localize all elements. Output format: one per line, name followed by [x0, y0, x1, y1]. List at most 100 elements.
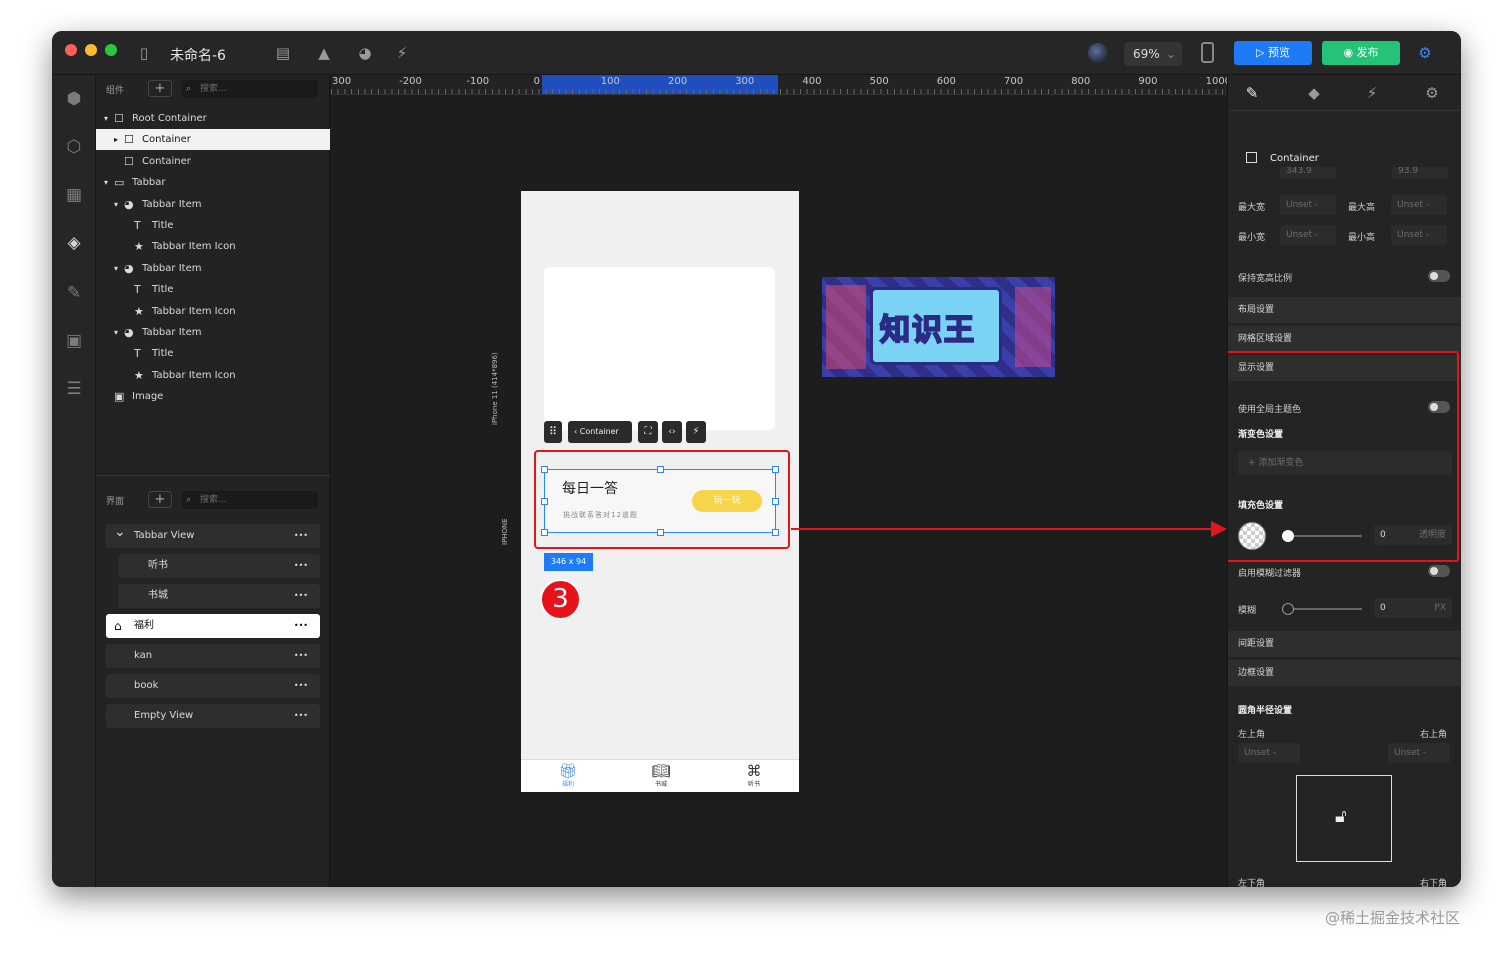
zoom-window-button[interactable]	[105, 44, 117, 56]
more-icon[interactable]: •••	[294, 524, 308, 548]
tree-row[interactable]: ▾ ▭ Tabbar	[96, 172, 330, 193]
blur-slider[interactable]	[1282, 603, 1362, 615]
max-height-label: 最大高	[1348, 203, 1376, 213]
pin-icon[interactable]: ✎	[62, 281, 86, 305]
diamond-icon[interactable]: ◆	[1304, 83, 1324, 103]
tree-row[interactable]: ▣ Image	[96, 386, 330, 407]
page-search-input[interactable]: ⌕ 搜索...	[182, 491, 318, 509]
list-icon[interactable]: ☰	[62, 377, 86, 401]
view-item[interactable]: 书城 •••	[118, 584, 320, 608]
robot-icon[interactable]: ⚙	[1422, 83, 1442, 103]
file-icon[interactable]: ▤	[273, 43, 293, 63]
zoom-select[interactable]: 69% ⌄	[1124, 42, 1182, 66]
tree-row[interactable]: T Title	[96, 343, 330, 364]
top-left-radius-input[interactable]: Unset -	[1238, 743, 1300, 763]
expander-icon[interactable]: ▾	[114, 322, 118, 343]
border-section[interactable]: 边框设置	[1228, 660, 1461, 686]
tree-row[interactable]: ★ Tabbar Item Icon	[96, 365, 330, 386]
lightning-icon[interactable]: ⚡	[392, 43, 412, 63]
top-left-label: 左上角	[1238, 730, 1266, 740]
expander-icon[interactable]: ▾	[114, 194, 118, 215]
components-icon[interactable]: ◕	[355, 43, 375, 63]
tree-label: Tabbar Item	[142, 198, 202, 210]
blur-input[interactable]: 0 PX	[1374, 598, 1452, 618]
brush-icon[interactable]: ✎	[1242, 83, 1262, 103]
blur-value: 0	[1380, 603, 1386, 613]
expander-icon[interactable]: ▾	[104, 172, 108, 193]
tree-row[interactable]: ▾ ◕ Tabbar Item	[96, 194, 330, 215]
view-item[interactable]: ⌄ Tabbar View •••	[106, 524, 320, 548]
tree-row[interactable]: ★ Tabbar Item Icon	[96, 301, 330, 322]
view-item[interactable]: kan •••	[106, 644, 320, 668]
more-icon[interactable]: •••	[294, 584, 308, 608]
expander-icon[interactable]: ▾	[114, 258, 118, 279]
height-input[interactable]: 93.9	[1392, 167, 1448, 179]
keep-ratio-toggle[interactable]	[1428, 270, 1450, 282]
minimize-window-button[interactable]	[85, 44, 97, 56]
blur-filter-toggle[interactable]	[1428, 565, 1450, 577]
layout-section[interactable]: 布局设置	[1228, 297, 1461, 323]
min-width-value: Unset	[1286, 230, 1313, 240]
max-width-input[interactable]: Unset -	[1280, 195, 1336, 215]
tree-label: Tabbar Item	[142, 262, 202, 274]
pages-tab[interactable]: 界面	[106, 494, 124, 507]
close-window-button[interactable]	[65, 44, 77, 56]
shape-icon[interactable]: ▲	[314, 43, 334, 63]
tree-row[interactable]: ▾ ☐ Root Container	[96, 108, 330, 129]
design-canvas[interactable]: iPhone 11 (414*896) IPHONE ⠿ ‹ Container…	[331, 95, 1227, 887]
settings-sliders-icon[interactable]: ⚙	[1415, 43, 1435, 63]
more-icon[interactable]: •••	[294, 674, 308, 698]
tree-row[interactable]: T Title	[96, 215, 330, 236]
grid-icon[interactable]: ▦	[62, 183, 86, 207]
expander-icon[interactable]: ▾	[104, 108, 108, 129]
avatar[interactable]	[1088, 43, 1108, 63]
publish-button[interactable]: ◉ 发布	[1322, 41, 1400, 65]
tree-row[interactable]: T Title	[96, 279, 330, 300]
min-height-input[interactable]: Unset -	[1391, 225, 1447, 245]
lightning-icon[interactable]: ⚡	[1362, 83, 1382, 103]
top-right-radius-input[interactable]: Unset -	[1388, 743, 1450, 763]
width-value: 343.9	[1286, 167, 1312, 176]
view-item[interactable]: book •••	[106, 674, 320, 698]
min-width-input[interactable]: Unset -	[1280, 225, 1336, 245]
add-icon[interactable]: +	[148, 80, 172, 97]
tree-row[interactable]: ☐ Container	[96, 151, 330, 172]
home-icon: ⌂	[114, 619, 122, 633]
expander-icon[interactable]: ▸	[114, 129, 118, 150]
max-height-input[interactable]: Unset -	[1391, 195, 1447, 215]
view-item[interactable]: ⌂ 福利 •••	[106, 614, 320, 638]
more-icon[interactable]: •••	[294, 614, 308, 638]
play-icon: ▷	[1256, 46, 1268, 59]
add-page-icon[interactable]: +	[148, 491, 172, 508]
chevron-down-icon[interactable]: ⌄	[114, 520, 126, 544]
more-icon[interactable]: •••	[294, 554, 308, 578]
grid-section[interactable]: 网格区域设置	[1228, 326, 1461, 352]
tree-row[interactable]: ▾ ◕ Tabbar Item	[96, 322, 330, 343]
pages-icon[interactable]: ▣	[62, 329, 86, 353]
sidebar-toggle-icon[interactable]: ▯	[134, 43, 154, 63]
components-tab[interactable]: 组件	[106, 83, 124, 96]
tabbar-icon: ▭	[114, 176, 125, 190]
width-input[interactable]: 343.9	[1280, 167, 1336, 179]
component-search-input[interactable]: ⌕ 搜索...	[182, 80, 318, 98]
ruler-label: -200	[399, 76, 422, 87]
top-right-label: 右上角	[1420, 730, 1448, 740]
layers-icon[interactable]: ◈	[62, 231, 86, 255]
min-height-label: 最小高	[1348, 233, 1376, 243]
view-item[interactable]: 听书 •••	[118, 554, 320, 578]
device-icon[interactable]	[1201, 42, 1214, 63]
tree-label: Root Container	[132, 113, 207, 124]
eye-icon: ◉	[1343, 46, 1357, 59]
more-icon[interactable]: •••	[294, 644, 308, 668]
lock-icon[interactable]: 🔓︎	[1335, 806, 1347, 827]
preview-button[interactable]: ▷ 预览	[1234, 41, 1312, 65]
view-item[interactable]: Empty View •••	[106, 704, 320, 728]
more-icon[interactable]: •••	[294, 704, 308, 728]
tree-row[interactable]: ▸ ☐ Container	[96, 129, 330, 151]
tabbar-item-icon: ◕	[124, 326, 134, 339]
tree-row[interactable]: ★ Tabbar Item Icon	[96, 236, 330, 257]
cube-icon[interactable]: ⬢	[62, 87, 86, 111]
tree-row[interactable]: ▾ ◕ Tabbar Item	[96, 258, 330, 279]
cubes-icon[interactable]: ⬡	[62, 135, 86, 159]
spacing-section[interactable]: 间距设置	[1228, 631, 1461, 657]
